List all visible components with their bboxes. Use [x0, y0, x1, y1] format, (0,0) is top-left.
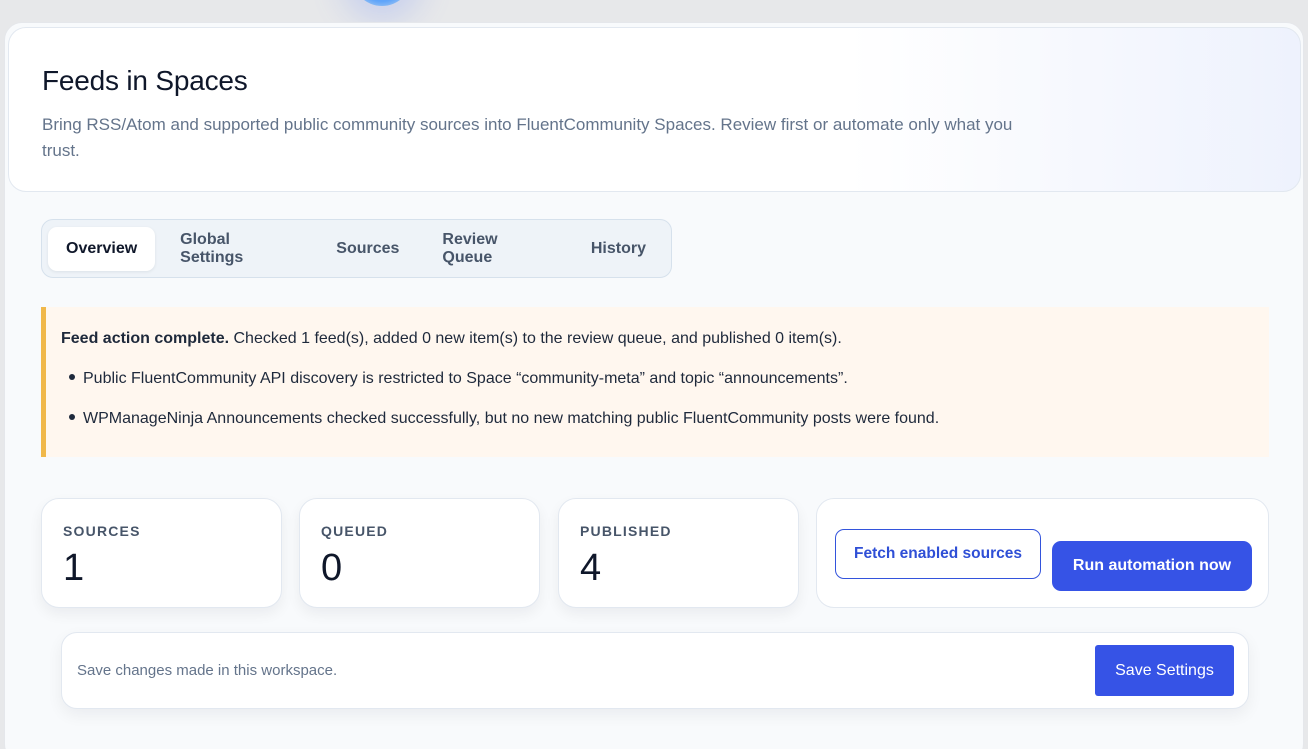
fetch-sources-button[interactable]: Fetch enabled sources	[835, 529, 1041, 579]
tab-history[interactable]: History	[573, 227, 664, 271]
notice-title: Feed action complete.	[61, 330, 230, 347]
notice-item-text: WPManageNinja Announcements checked succ…	[83, 410, 940, 427]
tab-review-queue[interactable]: Review Queue	[424, 227, 565, 271]
stat-label: QUEUED	[321, 523, 389, 539]
stat-card-published: PUBLISHED 4	[558, 498, 799, 608]
bullet-icon	[69, 373, 75, 380]
tab-global-settings[interactable]: Global Settings	[162, 227, 311, 271]
stat-value: 4	[580, 547, 602, 589]
stat-card-sources: SOURCES 1	[41, 498, 282, 608]
notice-item: Public FluentCommunity API discovery is …	[61, 369, 1269, 389]
tab-sources[interactable]: Sources	[318, 227, 417, 271]
stat-value: 1	[63, 547, 85, 589]
save-hint: Save changes made in this workspace.	[77, 662, 338, 679]
notice-list: Public FluentCommunity API discovery is …	[61, 369, 1269, 429]
stat-label: PUBLISHED	[580, 523, 672, 539]
page-title: Feeds in Spaces	[42, 65, 248, 96]
notice-summary: Feed action complete. Checked 1 feed(s),…	[61, 329, 1269, 349]
tab-bar: Overview Global Settings Sources Review …	[41, 219, 672, 278]
save-settings-button[interactable]: Save Settings	[1095, 645, 1234, 696]
notice-item-text: Public FluentCommunity API discovery is …	[83, 370, 848, 387]
stat-card-queued: QUEUED 0	[299, 498, 540, 608]
stat-label: SOURCES	[63, 523, 141, 539]
avatar-orb	[352, 0, 412, 6]
feed-action-notice: Feed action complete. Checked 1 feed(s),…	[41, 307, 1269, 457]
page-header: Feeds in Spaces Bring RSS/Atom and suppo…	[8, 27, 1301, 192]
tab-overview[interactable]: Overview	[48, 226, 156, 271]
save-bar: Save changes made in this workspace. Sav…	[61, 632, 1249, 709]
bullet-icon	[69, 413, 75, 420]
actions-card: Fetch enabled sources Run automation now	[816, 498, 1269, 608]
page-description: Bring RSS/Atom and supported public comm…	[42, 115, 1013, 160]
run-automation-button[interactable]: Run automation now	[1052, 541, 1252, 591]
notice-message: Checked 1 feed(s), added 0 new item(s) t…	[233, 330, 842, 347]
notice-item: WPManageNinja Announcements checked succ…	[61, 409, 1269, 429]
stat-value: 0	[321, 547, 343, 589]
